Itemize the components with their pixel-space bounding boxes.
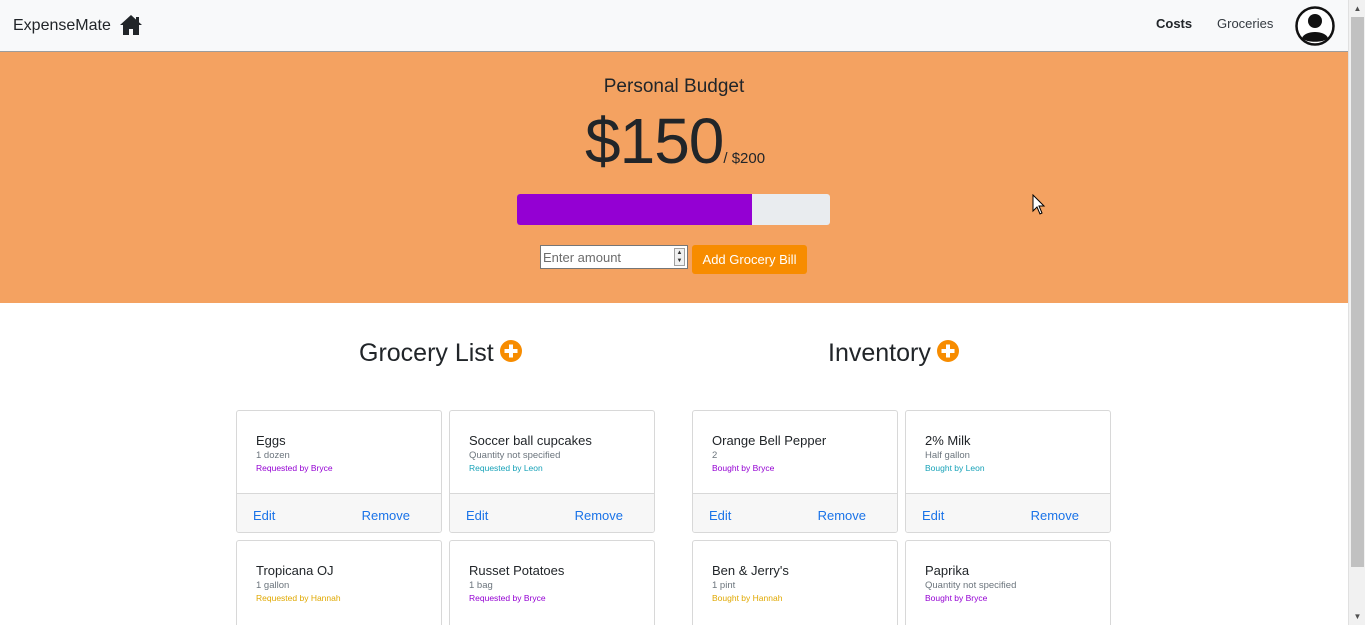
home-icon[interactable] — [119, 14, 143, 36]
budget-line: $150/ $200 — [585, 104, 765, 178]
remove-link[interactable]: Remove — [818, 508, 866, 523]
budget-total-amount: / $200 — [723, 150, 766, 167]
grocery-item-card: Soccer ball cupcakes Quantity not specif… — [449, 410, 655, 533]
inventory-title: Inventory — [828, 339, 931, 367]
edit-link[interactable]: Edit — [709, 508, 731, 523]
brand-logo[interactable]: ExpenseMate — [13, 17, 111, 35]
grocery-list-title: Grocery List — [359, 339, 494, 367]
scroll-up-arrow-icon[interactable]: ▲ — [1349, 0, 1365, 17]
grocery-item-card: Eggs 1 dozen Requested by Bryce Edit Rem… — [236, 410, 442, 533]
card-footer: Edit Remove — [906, 493, 1110, 532]
item-quantity: 2 — [712, 450, 718, 461]
item-quantity: 1 bag — [469, 580, 493, 591]
top-navbar: ExpenseMate Costs Groceries — [0, 0, 1348, 52]
item-requester: Requested by Bryce — [469, 593, 546, 603]
edit-link[interactable]: Edit — [922, 508, 944, 523]
budget-progress-bar — [517, 194, 830, 225]
item-name: Ben & Jerry's — [712, 563, 789, 578]
item-buyer: Bought by Bryce — [925, 593, 988, 603]
budget-progress-fill — [517, 194, 752, 225]
item-name: 2% Milk — [925, 433, 971, 448]
item-name: Paprika — [925, 563, 970, 578]
add-grocery-bill-button[interactable]: Add Grocery Bill — [692, 245, 807, 274]
amount-input-wrapper: ▲▼ — [540, 245, 688, 269]
item-quantity: 1 dozen — [256, 450, 290, 461]
item-quantity: Quantity not specified — [925, 580, 1017, 591]
inventory-item-card: Ben & Jerry's 1 pint Bought by Hannah — [692, 540, 898, 625]
remove-link[interactable]: Remove — [575, 508, 623, 523]
budget-hero: Personal Budget $150/ $200 ▲▼ Add Grocer… — [0, 52, 1348, 303]
user-circle-icon[interactable] — [1295, 6, 1335, 46]
item-buyer: Bought by Hannah — [712, 593, 783, 603]
remove-link[interactable]: Remove — [362, 508, 410, 523]
edit-link[interactable]: Edit — [253, 508, 275, 523]
item-name: Russet Potatoes — [469, 563, 565, 578]
grocery-list-heading: Grocery List — [359, 339, 522, 368]
card-footer: Edit Remove — [450, 493, 654, 532]
item-requester: Requested by Bryce — [256, 463, 333, 473]
item-quantity: 1 gallon — [256, 580, 290, 591]
inventory-item-card: Orange Bell Pepper 2 Bought by Bryce Edi… — [692, 410, 898, 533]
card-footer: Edit Remove — [237, 493, 441, 532]
item-name: Orange Bell Pepper — [712, 433, 827, 448]
remove-link[interactable]: Remove — [1031, 508, 1079, 523]
nav-link-costs[interactable]: Costs — [1156, 16, 1192, 31]
page-scrollbar[interactable]: ▲ ▼ — [1348, 0, 1365, 625]
inventory-heading: Inventory — [828, 339, 959, 368]
item-name: Tropicana OJ — [256, 563, 334, 578]
inventory-item-card: Paprika Quantity not specified Bought by… — [905, 540, 1111, 625]
amount-input[interactable] — [543, 248, 671, 266]
item-buyer: Bought by Bryce — [712, 463, 775, 473]
nav-link-groceries[interactable]: Groceries — [1217, 16, 1273, 31]
inventory-item-card: 2% Milk Half gallon Bought by Leon Edit … — [905, 410, 1111, 533]
item-buyer: Bought by Leon — [925, 463, 985, 473]
scroll-down-arrow-icon[interactable]: ▼ — [1349, 608, 1365, 625]
plus-circle-icon[interactable] — [936, 340, 959, 363]
item-name: Soccer ball cupcakes — [469, 433, 592, 448]
grocery-item-card: Tropicana OJ 1 gallon Requested by Hanna… — [236, 540, 442, 625]
item-quantity: Quantity not specified — [469, 450, 561, 461]
item-requester: Requested by Leon — [469, 463, 543, 473]
plus-circle-icon[interactable] — [499, 340, 522, 363]
budget-spent-amount: $150 — [585, 105, 724, 177]
number-spinner-icon[interactable]: ▲ ▼ — [674, 248, 685, 266]
item-quantity: 1 pint — [712, 580, 736, 591]
grocery-item-card: Russet Potatoes 1 bag Requested by Bryce — [449, 540, 655, 625]
scroll-thumb[interactable] — [1351, 17, 1364, 567]
item-name: Eggs — [256, 433, 286, 448]
card-footer: Edit Remove — [693, 493, 897, 532]
item-requester: Requested by Hannah — [256, 593, 341, 603]
edit-link[interactable]: Edit — [466, 508, 488, 523]
mouse-cursor-icon — [1032, 194, 1046, 215]
item-quantity: Half gallon — [925, 450, 970, 461]
budget-title: Personal Budget — [603, 76, 745, 97]
